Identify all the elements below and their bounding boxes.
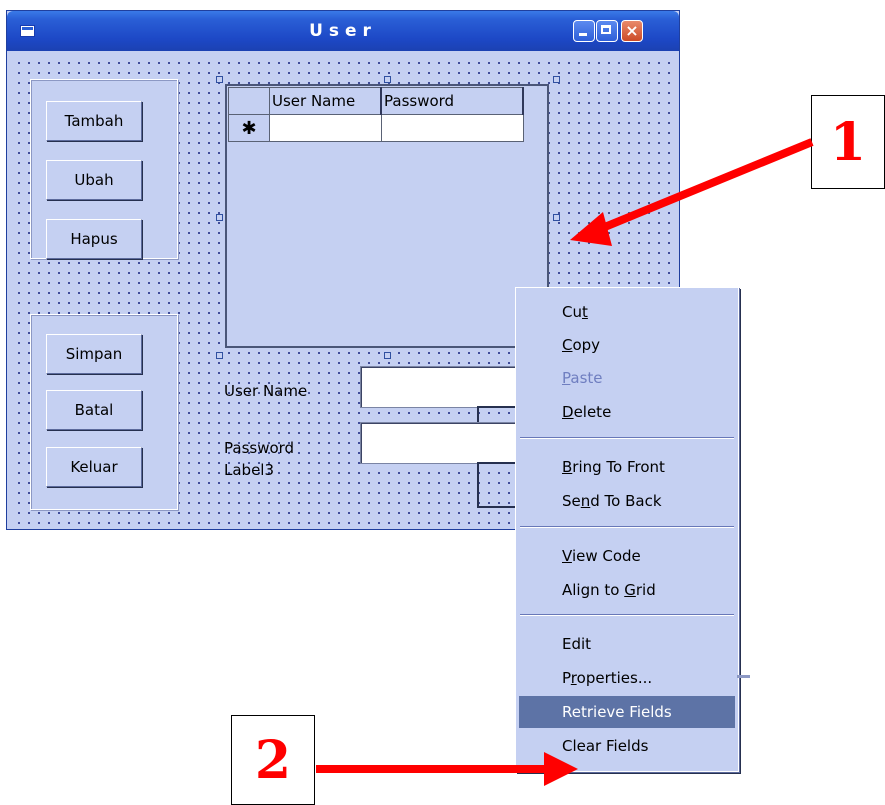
menu-mnemonic: P [562, 369, 571, 387]
menu-item-paste: Paste [562, 369, 603, 387]
grid-cell[interactable] [380, 114, 524, 142]
close-button[interactable]: × [621, 20, 643, 42]
menu-mnemonic: B [562, 458, 573, 476]
resize-handle[interactable] [384, 76, 391, 83]
maximize-button[interactable] [596, 20, 618, 42]
shape-control[interactable] [477, 462, 519, 508]
grid-cell[interactable] [269, 114, 382, 142]
simpan-button[interactable]: Simpan [46, 334, 142, 374]
menu-item-properties[interactable]: Properties... [519, 662, 735, 694]
grid-column-header[interactable]: Password [380, 87, 524, 115]
password-field[interactable] [360, 422, 532, 464]
resize-handle[interactable] [216, 214, 223, 221]
close-icon: × [625, 21, 639, 40]
menu-mnemonic: r [570, 669, 577, 687]
frame-save-actions: Simpan Batal Keluar [30, 314, 178, 510]
minimize-button[interactable] [573, 20, 595, 42]
menu-item-edit[interactable]: Edit [519, 628, 735, 660]
grid-header-row: User Name Password [228, 87, 524, 115]
callout-2: 2 [231, 715, 315, 805]
menu-mnemonic: G [624, 581, 636, 599]
resize-handle[interactable] [384, 352, 391, 359]
menu-separator [520, 614, 734, 616]
title-bar[interactable]: User × [7, 11, 679, 51]
menu-item-send-to-back[interactable]: Send To Back [519, 485, 735, 517]
username-field[interactable] [360, 366, 532, 408]
hapus-button[interactable]: Hapus [46, 219, 142, 259]
menu-item-view-code[interactable]: View Code [519, 540, 735, 572]
context-menu: Cut Copy Paste Delete Bring To Front Sen… [515, 287, 739, 772]
menu-mnemonic: C [562, 336, 573, 354]
resize-handle[interactable] [216, 76, 223, 83]
menu-separator [520, 437, 734, 439]
keluar-button[interactable]: Keluar [46, 447, 142, 487]
menu-mnemonic: t [581, 303, 588, 321]
menu-mnemonic: D [562, 403, 574, 421]
grid-corner-cell [228, 87, 270, 115]
ubah-button[interactable]: Ubah [46, 160, 142, 200]
callout-1: 1 [811, 95, 885, 189]
menu-item-cut[interactable]: Cut [519, 296, 735, 328]
data-grid[interactable]: User Name Password ✱ [225, 84, 549, 348]
menu-mnemonic: V [562, 547, 572, 565]
menu-mnemonic: n [580, 492, 591, 510]
menu-item-retrieve-fields[interactable]: Retrieve Fields [519, 696, 735, 728]
password-label: Password [224, 439, 295, 457]
menu-item-clear-fields[interactable]: Clear Fields [519, 730, 735, 762]
grid-column-header[interactable]: User Name [269, 87, 382, 115]
resize-handle[interactable] [553, 76, 560, 83]
tambah-button[interactable]: Tambah [46, 101, 142, 141]
frame-edit-actions: Tambah Ubah Hapus [30, 79, 178, 259]
menu-item-copy[interactable]: Copy [519, 329, 735, 361]
menu-item-bring-to-front[interactable]: Bring To Front [519, 451, 735, 483]
new-row-marker-icon: ✱ [228, 114, 270, 142]
label3: Label3 [224, 461, 275, 479]
menu-item-delete[interactable]: Delete [519, 396, 735, 428]
resize-handle[interactable] [553, 214, 560, 221]
menu-shadow-edge [737, 675, 750, 678]
resize-handle[interactable] [216, 352, 223, 359]
batal-button[interactable]: Batal [46, 390, 142, 430]
username-label: User Name [224, 382, 308, 400]
menu-separator [520, 526, 734, 528]
menu-item-align-to-grid[interactable]: Align to Grid [519, 574, 735, 606]
grid-new-row[interactable]: ✱ [228, 114, 524, 142]
